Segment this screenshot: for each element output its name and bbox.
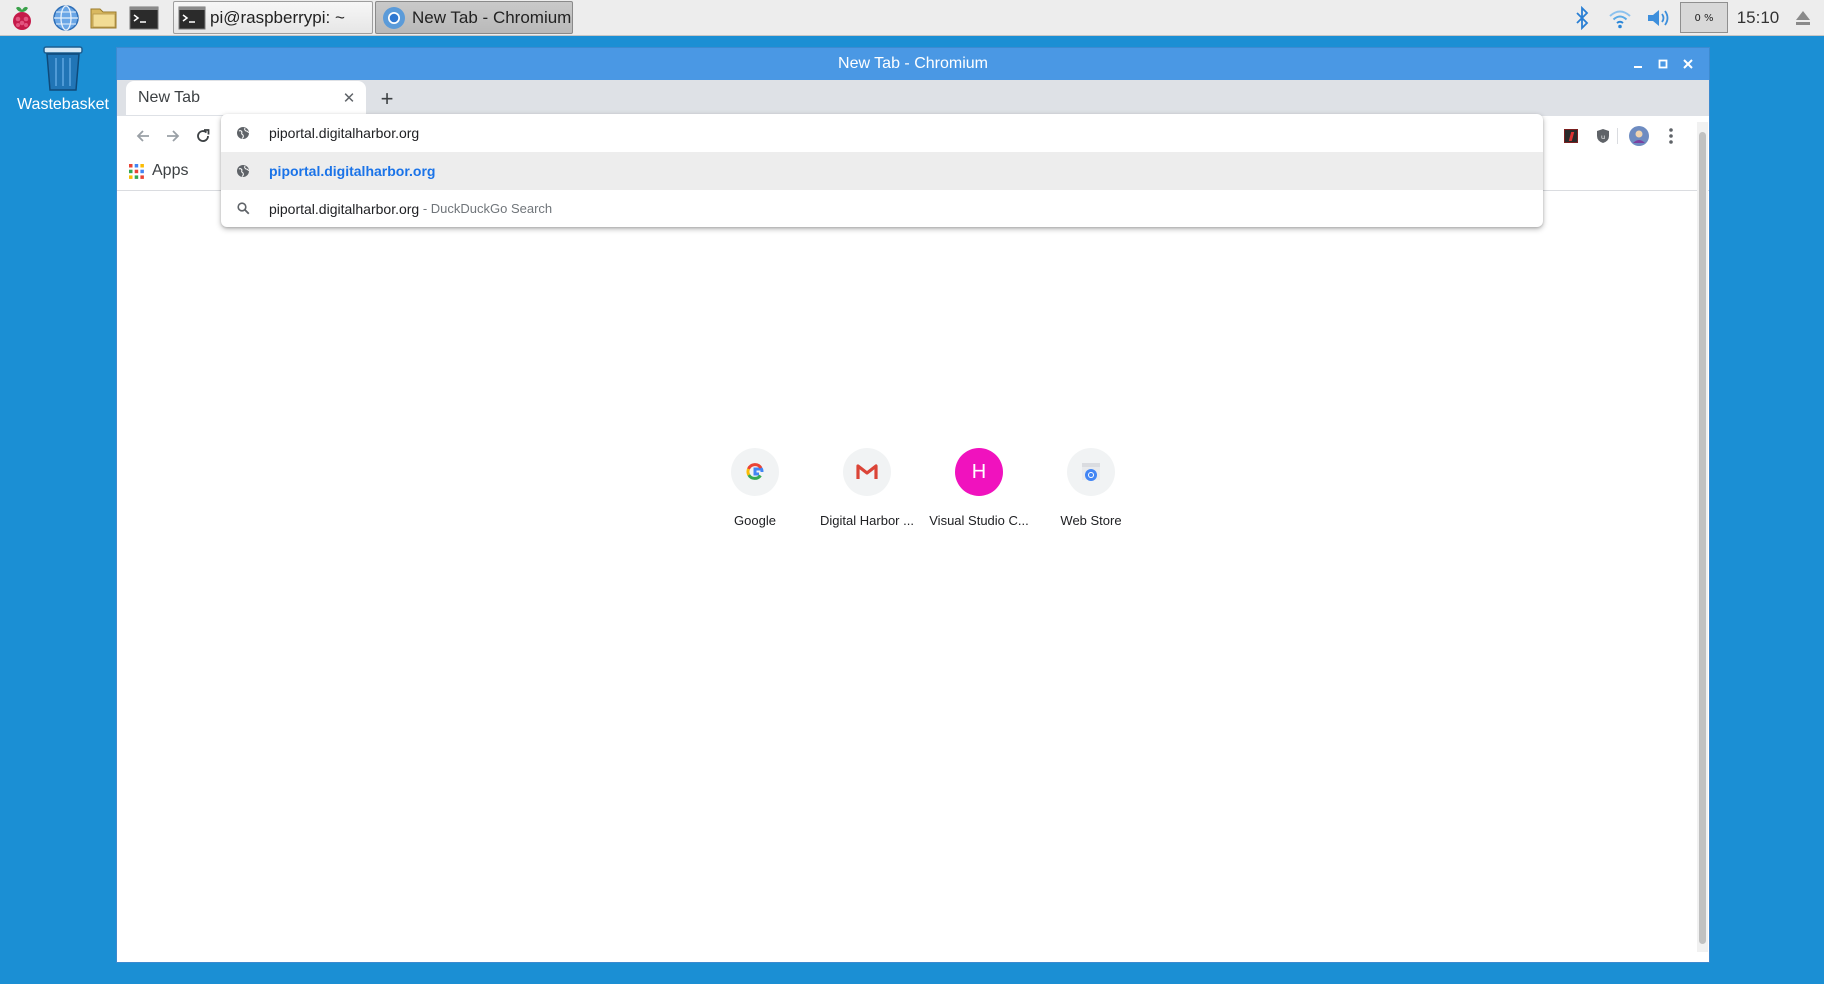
google-icon [731, 448, 779, 496]
suggestion-url[interactable]: piportal.digitalharbor.org [221, 152, 1543, 190]
shortcut-label: Digital Harbor ... [820, 513, 914, 528]
new-tab-button[interactable]: + [373, 85, 401, 113]
terminal-icon [178, 5, 206, 31]
apps-label: Apps [152, 162, 189, 179]
shortcut-tile-google[interactable]: Google [699, 448, 811, 528]
shortcut-label: Visual Studio C... [929, 513, 1029, 528]
globe-icon [215, 164, 271, 178]
shortcut-label: Web Store [1060, 513, 1122, 528]
suggestion-description: - DuckDuckGo Search [419, 201, 553, 216]
tab-close-icon[interactable]: ✕ [338, 87, 360, 109]
cpu-monitor-label: 0 % [1694, 12, 1714, 24]
cpu-monitor: 0 % [1680, 0, 1728, 36]
desktop-icon-label: Wastebasket [17, 96, 109, 113]
apps-shortcut[interactable]: Apps [129, 162, 188, 180]
taskbar-task-terminal[interactable]: pi@raspberrypi: ~ [173, 1, 373, 34]
taskbar-task-label: New Tab - Chromium [412, 7, 572, 27]
maximize-button[interactable] [1650, 48, 1676, 80]
extension-icon[interactable] [1557, 122, 1585, 150]
reload-button[interactable] [189, 122, 217, 150]
raspberry-menu-icon[interactable] [6, 3, 38, 33]
taskbar-task-label: pi@raspberrypi: ~ [210, 7, 345, 27]
scrollbar-thumb[interactable] [1699, 132, 1706, 944]
tab-new-tab[interactable]: New Tab ✕ [126, 81, 366, 115]
apps-grid-icon [129, 163, 144, 179]
bluetooth-icon[interactable] [1570, 0, 1594, 36]
omnibox-input-row[interactable] [221, 114, 1543, 152]
desktop-icon-wastebasket[interactable]: Wastebasket [10, 44, 116, 114]
omnibox-dropdown: piportal.digitalharbor.org piportal.digi… [221, 114, 1543, 227]
shortcut-tile-web-store[interactable]: Web Store [1035, 448, 1147, 528]
letter-h-icon: H [955, 448, 1003, 496]
webstore-icon [1067, 448, 1115, 496]
suggestion-text: piportal.digitalharbor.org [269, 163, 436, 179]
address-bar-input[interactable] [269, 125, 869, 141]
forward-button[interactable] [159, 122, 187, 150]
taskbar: pi@raspberrypi: ~ New Tab - Chromium 0 %… [0, 0, 1824, 36]
gmail-icon [843, 448, 891, 496]
eject-icon[interactable] [1790, 0, 1816, 36]
profile-avatar[interactable] [1625, 122, 1653, 150]
shortcut-tile-visual-studio[interactable]: H Visual Studio C... [923, 448, 1035, 528]
clock[interactable]: 15:10 [1734, 0, 1782, 36]
chromium-icon [380, 5, 408, 31]
shortcut-tiles: Google Digital Harbor ... H Visual Studi… [699, 448, 1147, 528]
close-window-button[interactable] [1675, 48, 1701, 80]
terminal-launcher-icon[interactable] [128, 3, 160, 33]
shield-icon[interactable]: u [1589, 122, 1617, 150]
suggestion-search[interactable]: piportal.digitalharbor.org - DuckDuckGo … [221, 190, 1543, 227]
back-button[interactable] [129, 122, 157, 150]
globe-icon [215, 126, 271, 140]
web-browser-icon[interactable] [50, 3, 82, 33]
trash-icon [10, 44, 116, 92]
tab-label: New Tab [138, 89, 200, 106]
window-titlebar[interactable]: New Tab - Chromium [117, 48, 1709, 80]
shortcut-label: Google [734, 513, 776, 528]
file-manager-icon[interactable] [88, 3, 120, 33]
page-scrollbar[interactable] [1697, 122, 1708, 952]
taskbar-task-chromium[interactable]: New Tab - Chromium [375, 1, 573, 34]
shortcut-letter: H [971, 460, 987, 483]
volume-icon[interactable] [1644, 0, 1674, 36]
window-title: New Tab - Chromium [838, 55, 988, 72]
wifi-icon[interactable] [1606, 0, 1634, 36]
svg-text:u: u [1601, 133, 1605, 141]
suggestion-text: piportal.digitalharbor.org [269, 200, 420, 217]
toolbar-divider [1617, 128, 1618, 144]
minimize-button[interactable] [1625, 48, 1651, 80]
shortcut-tile-digital-harbor[interactable]: Digital Harbor ... [811, 448, 923, 528]
menu-icon[interactable] [1657, 122, 1685, 150]
search-icon [215, 202, 271, 215]
